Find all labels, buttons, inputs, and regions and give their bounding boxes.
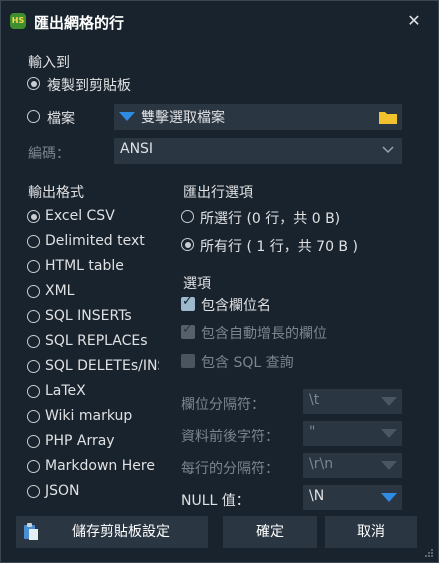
dropdown-arrow-icon[interactable] [381, 461, 397, 470]
encoding-label: 編碼： [28, 146, 70, 162]
all-rows-label[interactable]: 所有行 ( 1 行，共 70 B ) [200, 236, 358, 256]
file-radio[interactable] [27, 110, 40, 123]
format-label[interactable]: HTML table [45, 258, 124, 274]
null-value-label: NULL 值： [181, 493, 250, 509]
encoding-value: ANSI [120, 141, 154, 157]
rows-heading: 匯出行選項 [183, 185, 253, 201]
clipboard-settings-label: 儲存剪貼板設定 [72, 524, 170, 540]
encloser-select[interactable]: " [303, 421, 402, 446]
format-label[interactable]: SQL DELETEs/INSERTs [45, 358, 159, 374]
encloser-value: " [309, 424, 316, 440]
format-label[interactable]: Wiki markup [45, 408, 132, 424]
format-radio-html[interactable] [27, 260, 40, 273]
file-picker-text: 雙擊選取檔案 [141, 110, 225, 126]
format-label[interactable]: SQL REPLACEs [45, 333, 148, 349]
title-bar: HS 匯出網格的行 ✕ [1, 1, 438, 41]
selected-rows-label[interactable]: 所選行 (0 行，共 0 B) [200, 208, 340, 228]
format-label[interactable]: Delimited text [45, 233, 145, 249]
format-label[interactable]: XML [45, 283, 74, 299]
format-radio-php-array[interactable] [27, 435, 40, 448]
format-label[interactable]: SQL INSERTs [45, 308, 132, 324]
app-icon: HS [10, 13, 26, 29]
format-radio-latex[interactable] [27, 385, 40, 398]
resize-grip-icon[interactable] [424, 548, 434, 558]
null-value-text: \N [309, 488, 325, 504]
dropdown-arrow-icon[interactable] [381, 429, 397, 438]
clipboard-radio[interactable] [27, 77, 40, 90]
clipboard-radio-label[interactable]: 複製到剪貼板 [47, 75, 131, 95]
encloser-label: 資料前後字符： [181, 429, 279, 445]
format-label[interactable]: Excel CSV [45, 208, 115, 224]
dropdown-arrow-icon[interactable] [119, 112, 135, 121]
format-label[interactable]: Markdown Here [45, 458, 155, 474]
export-grid-rows-dialog: HS 匯出網格的行 ✕ 輸入到 複製到剪貼板 檔案 雙擊選取檔案 編碼： ANS… [0, 0, 439, 563]
line-separator-label: 每行的分隔符： [181, 461, 279, 477]
clipboard-icon [24, 523, 38, 540]
null-value-select[interactable]: \N [303, 485, 402, 510]
field-separator-value: \t [309, 392, 320, 408]
include-autoinc-label[interactable]: 包含自動增長的欄位 [201, 323, 327, 343]
all-rows-radio[interactable] [181, 238, 194, 251]
chevron-down-icon[interactable] [382, 146, 394, 154]
format-radio-xml[interactable] [27, 285, 40, 298]
field-separator-label: 欄位分隔符： [181, 397, 265, 413]
include-headers-label[interactable]: 包含欄位名 [201, 295, 271, 315]
format-label[interactable]: PHP Array [45, 433, 115, 449]
clipboard-settings-button[interactable]: 儲存剪貼板設定 [16, 516, 208, 548]
include-sql-label[interactable]: 包含 SQL 查詢 [201, 352, 294, 372]
dropdown-arrow-icon[interactable] [381, 493, 397, 502]
cancel-button[interactable]: 取消 [325, 516, 417, 548]
format-radio-markdown[interactable] [27, 460, 40, 473]
output-to-heading: 輸入到 [28, 55, 70, 71]
format-heading: 輸出格式 [28, 185, 84, 201]
dropdown-arrow-icon[interactable] [381, 397, 397, 406]
line-separator-select[interactable]: \r\n [303, 453, 402, 478]
format-radio-sql-inserts[interactable] [27, 310, 40, 323]
options-heading: 選項 [183, 276, 211, 292]
line-separator-value: \r\n [309, 456, 334, 472]
selected-rows-radio[interactable] [181, 210, 194, 223]
file-picker[interactable]: 雙擊選取檔案 [114, 104, 402, 130]
dialog-title: 匯出網格的行 [34, 14, 125, 32]
include-headers-checkbox[interactable] [181, 294, 195, 311]
format-label[interactable]: JSON [45, 483, 80, 499]
file-radio-label[interactable]: 檔案 [47, 108, 75, 128]
include-autoinc-checkbox[interactable] [181, 322, 195, 339]
encoding-select[interactable]: ANSI [114, 138, 402, 164]
format-radio-excel-csv[interactable] [27, 210, 40, 223]
include-sql-checkbox[interactable] [181, 354, 195, 368]
field-separator-select[interactable]: \t [303, 389, 402, 414]
format-radio-json[interactable] [27, 485, 40, 498]
format-radio-sql-deletes[interactable] [27, 360, 40, 373]
folder-icon[interactable] [378, 109, 398, 125]
format-radio-delimited[interactable] [27, 235, 40, 248]
format-radio-sql-replaces[interactable] [27, 335, 40, 348]
ok-button[interactable]: 確定 [223, 516, 317, 548]
close-icon[interactable]: ✕ [404, 11, 424, 31]
format-label[interactable]: LaTeX [45, 383, 86, 399]
format-radio-wiki[interactable] [27, 410, 40, 423]
